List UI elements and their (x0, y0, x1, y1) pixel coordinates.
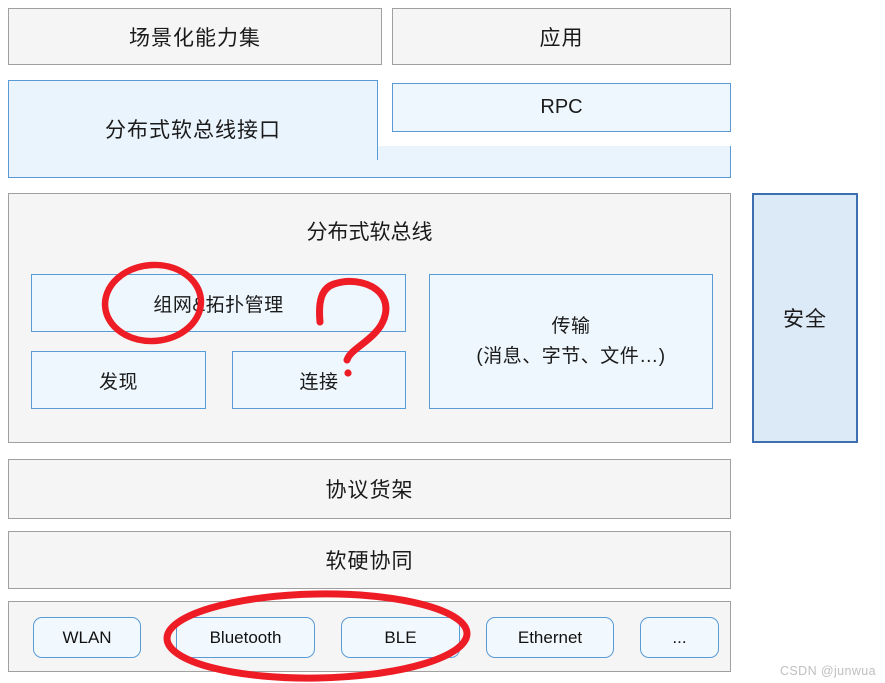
chip-ethernet[interactable]: Ethernet (486, 617, 614, 658)
networking-topology-box[interactable]: 组网&拓扑管理 (31, 274, 406, 332)
chip-ble[interactable]: BLE (341, 617, 460, 658)
softbus-panel: 分布式软总线 组网&拓扑管理 发现 连接 传输 (消息、字节、文件…) (8, 193, 731, 443)
rpc-box[interactable]: RPC (392, 83, 731, 132)
csdn-watermark: CSDN @junwua (780, 664, 876, 678)
protocol-shelf-box[interactable]: 协议货架 (8, 459, 731, 519)
hw-sw-coordination-box[interactable]: 软硬协同 (8, 531, 731, 589)
chip-wlan[interactable]: WLAN (33, 617, 141, 658)
chip-ellipsis[interactable]: ... (640, 617, 719, 658)
hw-sw-coordination-label: 软硬协同 (325, 550, 414, 573)
transmission-subtitle: (消息、字节、文件…) (476, 345, 666, 367)
rpc-label: RPC (540, 96, 583, 118)
transmission-box[interactable]: 传输 (消息、字节、文件…) (429, 274, 713, 409)
protocol-chips-row: WLAN Bluetooth BLE Ethernet ... (8, 601, 731, 672)
application-label: 应用 (539, 26, 584, 50)
chip-ble-label: BLE (384, 627, 417, 647)
security-column[interactable]: 安全 (752, 193, 858, 443)
diagram-canvas: 场景化能力集 应用 分布式软总线接口 RPC 分布式软总线 组网&拓扑管理 发现… (0, 0, 885, 683)
chip-wlan-label: WLAN (62, 627, 112, 647)
protocol-shelf-label: 协议货架 (325, 479, 414, 502)
chip-bluetooth-label: Bluetooth (209, 627, 282, 647)
discovery-label: 发现 (98, 371, 138, 393)
discovery-box[interactable]: 发现 (31, 351, 206, 409)
connection-box[interactable]: 连接 (232, 351, 406, 409)
networking-topology-label: 组网&拓扑管理 (153, 294, 284, 316)
security-label: 安全 (783, 308, 827, 331)
softbus-interface-label-wrap: 分布式软总线接口 (8, 80, 378, 178)
softbus-interface-label: 分布式软总线接口 (105, 119, 281, 142)
capability-set-label: 场景化能力集 (129, 26, 261, 50)
softbus-panel-title: 分布式软总线 (306, 221, 433, 244)
chip-ellipsis-label: ... (672, 627, 687, 647)
capability-set-box[interactable]: 场景化能力集 (8, 8, 382, 65)
connection-label: 连接 (299, 371, 339, 393)
chip-ethernet-label: Ethernet (517, 627, 583, 647)
chip-bluetooth[interactable]: Bluetooth (176, 617, 315, 658)
transmission-title: 传输 (551, 316, 591, 338)
application-box[interactable]: 应用 (392, 8, 731, 65)
